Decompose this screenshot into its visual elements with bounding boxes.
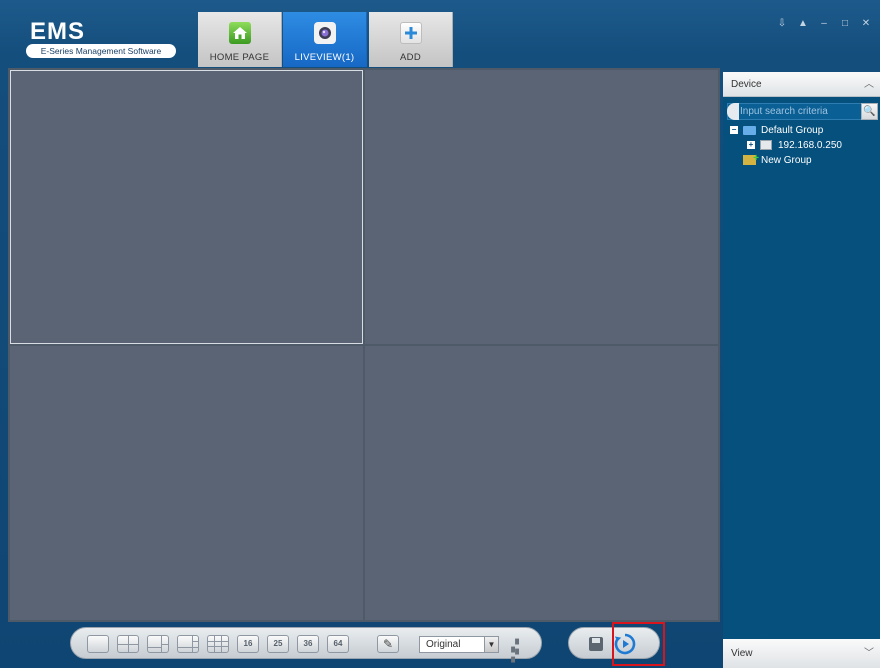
fullscreen-icon[interactable]: ▗ ▖ ▝ ▘ [507, 635, 523, 669]
download-icon[interactable]: ⇩ [776, 18, 788, 30]
logo-title: EMS [30, 18, 86, 45]
folder-icon [743, 125, 756, 135]
maximize-icon[interactable]: □ [839, 18, 851, 30]
tree-new-group[interactable]: New Group [743, 152, 812, 168]
layout-16-button[interactable]: 16 [237, 635, 259, 653]
chevron-up-icon[interactable]: ︿ [864, 72, 874, 97]
new-group-icon [743, 152, 759, 166]
home-icon [229, 22, 251, 44]
tree-new-group-label: New Group [761, 155, 812, 166]
device-panel: Device ︿ 🔍 − Default Group +192.168.0.250… [723, 72, 880, 668]
video-window-1[interactable] [10, 70, 363, 344]
tree-device-label: 192.168.0.250 [778, 140, 842, 151]
expand-icon[interactable]: + [747, 141, 755, 150]
tab-add-label: ADD [400, 52, 421, 63]
layout-36-button[interactable]: 36 [297, 635, 319, 653]
search-icon[interactable]: 🔍 [861, 103, 878, 120]
app-window: EMS E-Series Management Software HOME PA… [0, 0, 880, 669]
layout-6-button[interactable] [147, 635, 169, 653]
device-panel-title: Device [731, 79, 762, 90]
search-input[interactable] [740, 104, 858, 119]
video-window-3[interactable] [10, 346, 363, 620]
layout-toolbar: 16 25 36 64 ✎ Original ▼ ▗ ▖ ▝ ▘ [70, 627, 542, 669]
device-search: 🔍 [727, 103, 878, 120]
layout-25-button[interactable]: 25 [267, 635, 289, 653]
collapse-icon[interactable]: − [730, 126, 738, 135]
tree-group-label: Default Group [761, 125, 824, 136]
device-icon [760, 140, 772, 151]
video-grid [8, 68, 720, 622]
tab-liveview[interactable]: LIVEVIEW(1) [283, 12, 367, 67]
tree-device[interactable]: +192.168.0.250 [747, 139, 842, 153]
window-controls: ⇩ ▲ – □ ✕ [776, 18, 872, 30]
minimize-icon[interactable]: – [818, 18, 830, 30]
chevron-down-icon[interactable]: ﹀ [864, 639, 874, 668]
chevron-down-icon[interactable]: ▼ [484, 637, 498, 652]
device-panel-header[interactable]: Device ︿ [723, 72, 880, 97]
view-panel-title: View [731, 648, 753, 659]
playback-toolbar [568, 627, 660, 659]
tree-group-default[interactable]: − Default Group [730, 124, 823, 138]
tab-home-label: HOME PAGE [209, 52, 270, 63]
camera-icon [314, 22, 336, 44]
tab-home-page[interactable]: HOME PAGE [198, 12, 282, 67]
close-icon[interactable]: ✕ [860, 18, 872, 30]
search-field-cap [727, 103, 739, 120]
cycle-play-icon[interactable] [613, 632, 637, 656]
video-window-4[interactable] [365, 346, 718, 620]
tab-liveview-label: LIVEVIEW(1) [294, 52, 355, 63]
logo-subtitle: E-Series Management Software [26, 44, 176, 58]
layout-9-button[interactable] [207, 635, 229, 653]
layout-64-button[interactable]: 64 [327, 635, 349, 653]
save-icon[interactable] [589, 637, 603, 651]
layout-8-button[interactable] [177, 635, 199, 653]
edit-icon[interactable]: ✎ [377, 635, 399, 653]
video-window-2[interactable] [365, 70, 718, 344]
aspect-ratio-select[interactable]: Original ▼ [419, 636, 499, 653]
app-logo: EMS E-Series Management Software [22, 18, 178, 64]
layout-4-button[interactable] [117, 635, 139, 653]
layout-1-button[interactable] [87, 635, 109, 653]
lock-icon[interactable]: ▲ [797, 18, 809, 30]
plus-icon [400, 22, 422, 44]
tab-add[interactable]: ADD [369, 12, 453, 67]
view-panel-header[interactable]: View ﹀ [723, 639, 880, 668]
aspect-ratio-value: Original [426, 639, 461, 650]
